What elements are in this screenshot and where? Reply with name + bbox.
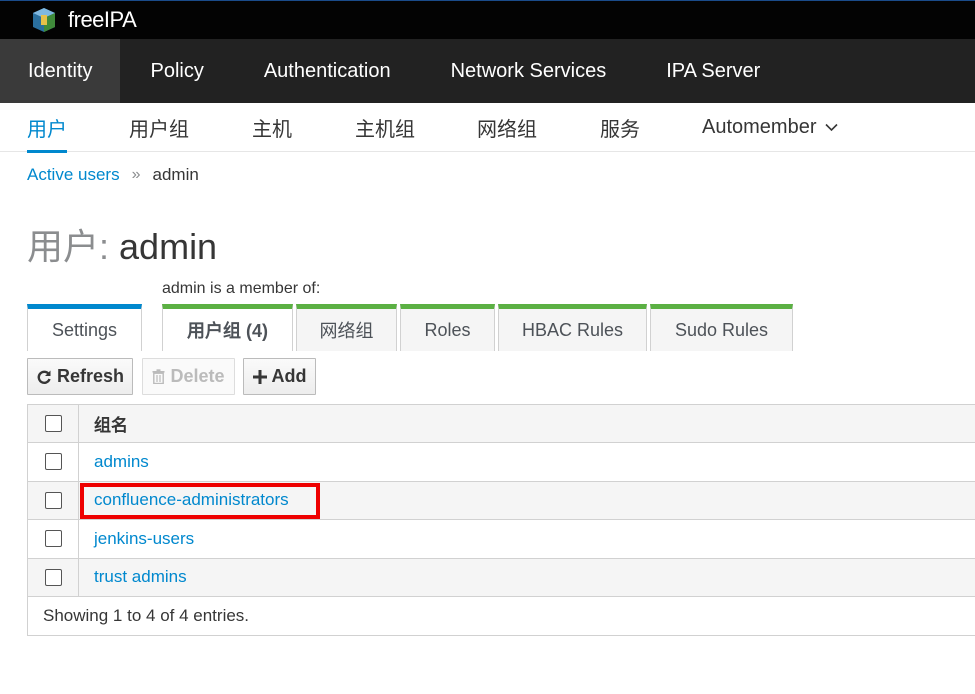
table-row: trust admins: [28, 558, 975, 597]
brand[interactable]: freeIPA: [30, 6, 137, 34]
row-checkbox-cell: [28, 558, 79, 596]
group-link-admins[interactable]: admins: [94, 452, 149, 471]
subnav-netgroups[interactable]: 网络组: [477, 103, 537, 152]
page-title-name: admin: [119, 226, 218, 267]
breadcrumb-current: admin: [152, 165, 199, 184]
plus-icon: [252, 369, 267, 384]
row-checkbox[interactable]: [44, 530, 62, 548]
row-checkbox-cell: [28, 443, 79, 481]
tab-user-groups[interactable]: 用户组 (4): [162, 304, 293, 351]
brand-name: freeIPA: [68, 7, 137, 32]
member-of-label: admin is a member of:: [162, 280, 321, 297]
breadcrumb-active-users-link[interactable]: Active users: [27, 165, 120, 185]
chevron-down-icon: [824, 123, 838, 132]
nav-identity[interactable]: Identity: [0, 39, 121, 103]
tab-roles[interactable]: Roles: [400, 304, 495, 351]
row-checkbox[interactable]: [44, 453, 62, 471]
nav-policy[interactable]: Policy: [120, 39, 233, 103]
select-all-cell: [28, 405, 79, 442]
row-checkbox[interactable]: [44, 568, 62, 586]
row-checkbox-cell: [28, 520, 79, 558]
add-button[interactable]: Add: [243, 358, 316, 395]
freeipa-logo-icon: [33, 8, 55, 32]
top-bar: freeIPA: [0, 0, 975, 39]
subnav-users[interactable]: 用户: [27, 103, 67, 153]
subnav-automember-label: Automember: [702, 116, 817, 138]
breadcrumb-separator: »: [131, 166, 141, 183]
table-row: admins: [28, 443, 975, 482]
tab-settings[interactable]: Settings: [27, 304, 142, 351]
row-checkbox-cell: [28, 481, 79, 519]
row-checkbox[interactable]: [44, 491, 62, 509]
tab-hbac-rules[interactable]: HBAC Rules: [498, 304, 647, 351]
group-link-jenkins-users[interactable]: jenkins-users: [94, 529, 194, 548]
subnav-services[interactable]: 服务: [600, 103, 640, 152]
main-nav: Identity Policy Authentication Network S…: [0, 39, 975, 103]
nav-ipa-server[interactable]: IPA Server: [636, 39, 790, 103]
page-title: 用户: admin: [27, 218, 217, 270]
refresh-label: Refresh: [56, 366, 125, 386]
nav-authentication[interactable]: Authentication: [234, 39, 421, 103]
add-label: Add: [271, 366, 307, 386]
subnav-users-label: 用户: [27, 119, 67, 141]
select-all-checkbox[interactable]: [44, 415, 62, 432]
page-title-prefix: 用户:: [27, 226, 110, 267]
table-footer: Showing 1 to 4 of 4 entries.: [28, 597, 975, 636]
table-header-row: 组名: [28, 405, 975, 443]
refresh-icon: [36, 369, 52, 385]
trash-icon: [152, 369, 165, 384]
tab-netgroups[interactable]: 网络组: [296, 304, 397, 351]
tab-sudo-rules[interactable]: Sudo Rules: [650, 304, 793, 351]
sub-nav: 用户 用户组 主机 主机组 网络组 服务 Automember: [0, 103, 975, 153]
table-row: jenkins-users: [28, 520, 975, 559]
group-link-trust-admins[interactable]: trust admins: [94, 567, 187, 586]
groups-table: 组名 admins confluence-administrators jenk…: [27, 404, 975, 636]
nav-network-services[interactable]: Network Services: [421, 39, 637, 103]
table-row: confluence-administrators: [28, 481, 975, 520]
subnav-hosts[interactable]: 主机: [252, 103, 292, 152]
group-link-confluence-administrators[interactable]: confluence-administrators: [94, 490, 289, 509]
breadcrumb: Active users » admin: [27, 165, 199, 185]
subnav-host-groups[interactable]: 主机组: [355, 103, 415, 152]
delete-label: Delete: [170, 366, 225, 386]
column-header-group-name[interactable]: 组名: [79, 411, 128, 436]
refresh-button[interactable]: Refresh: [27, 358, 133, 395]
subnav-user-groups[interactable]: 用户组: [129, 103, 189, 152]
subnav-automember[interactable]: Automember: [702, 103, 838, 152]
delete-button[interactable]: Delete: [142, 358, 235, 395]
